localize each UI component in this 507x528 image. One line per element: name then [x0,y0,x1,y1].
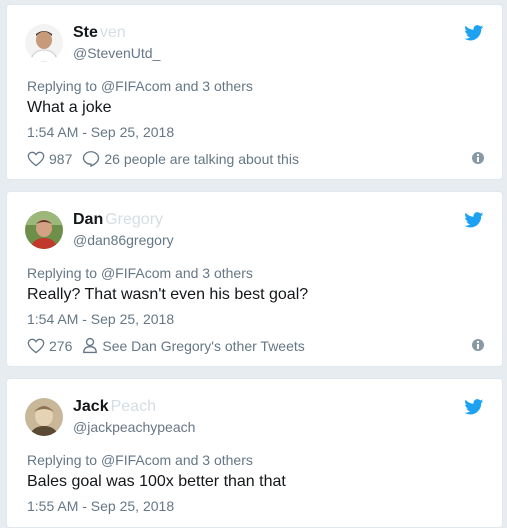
reply-prefix: Replying to [27,265,98,281]
tweet-text: Bales goal was 100x better than that [27,473,286,490]
info-icon[interactable] [472,152,484,164]
tweet-timestamp[interactable]: 1:54 AM - Sep 25, 2018 [27,124,174,140]
display-name-faded: ven [99,24,126,41]
user-handle[interactable]: @StevenUtd_ [73,45,160,61]
conversation-link[interactable]: 26 people are talking about this [82,150,299,167]
twitter-bird-icon[interactable] [464,25,484,41]
reply-context: Replying to @FIFAcom and 3 others [27,78,253,94]
reply-context: Replying to @FIFAcom and 3 others [27,452,253,468]
avatar[interactable] [25,398,63,436]
conversation-text: 26 people are talking about this [104,150,299,167]
tweet-actions: 276 See Dan Gregory's other Tweets [27,337,315,354]
tweet-card: Dan Gregory @dan86gregory Replying to @FI… [6,191,503,367]
speech-bubble-icon [83,151,100,167]
info-icon[interactable] [472,339,484,351]
person-icon [83,337,98,354]
reply-prefix: Replying to [27,452,98,468]
display-name-faded: Gregory [105,211,164,228]
display-name-faded: Peach [110,398,156,415]
display-name[interactable]: Dan Gregory [73,211,163,229]
tweet-card: Ste ven @StevenUtd_ Replying to @FIFAcom … [6,4,503,180]
display-name-text[interactable]: Ste [73,24,98,41]
heart-icon [27,338,45,353]
profile-tweets-text: See Dan Gregory's other Tweets [102,337,305,354]
display-name-text[interactable]: Jack [73,398,109,415]
like-button[interactable]: 987 [27,151,72,167]
user-handle[interactable]: @dan86gregory [73,232,174,248]
avatar[interactable] [25,24,63,62]
heart-icon [27,151,45,166]
like-button[interactable]: 276 [27,338,72,354]
reply-context: Replying to @FIFAcom and 3 others [27,265,253,281]
profile-tweets-link[interactable]: See Dan Gregory's other Tweets [82,337,305,354]
display-name[interactable]: Ste ven [73,24,126,42]
avatar[interactable] [25,211,63,249]
tweet-actions: 987 26 people are talking about this [27,150,309,167]
display-name[interactable]: Jack Peach [73,398,156,416]
tweet-timestamp[interactable]: 1:55 AM - Sep 25, 2018 [27,498,174,514]
twitter-bird-icon[interactable] [464,399,484,415]
reply-to-link[interactable]: @FIFAcom and 3 others [101,452,253,468]
reply-to-link[interactable]: @FIFAcom and 3 others [101,265,253,281]
like-count: 987 [49,150,73,167]
like-count: 276 [49,337,73,354]
user-handle[interactable]: @jackpeachypeach [73,419,195,435]
twitter-bird-icon[interactable] [464,212,484,228]
tweet-timestamp[interactable]: 1:54 AM - Sep 25, 2018 [27,311,174,327]
reply-to-link[interactable]: @FIFAcom and 3 others [101,78,253,94]
tweet-text: What a joke [27,99,112,116]
tweet-text: Really? That wasn't even his best goal? [27,286,309,303]
reply-prefix: Replying to [27,78,98,94]
tweet-card: Jack Peach @jackpeachypeach Replying to @… [6,378,503,528]
display-name-text[interactable]: Dan [73,211,103,228]
